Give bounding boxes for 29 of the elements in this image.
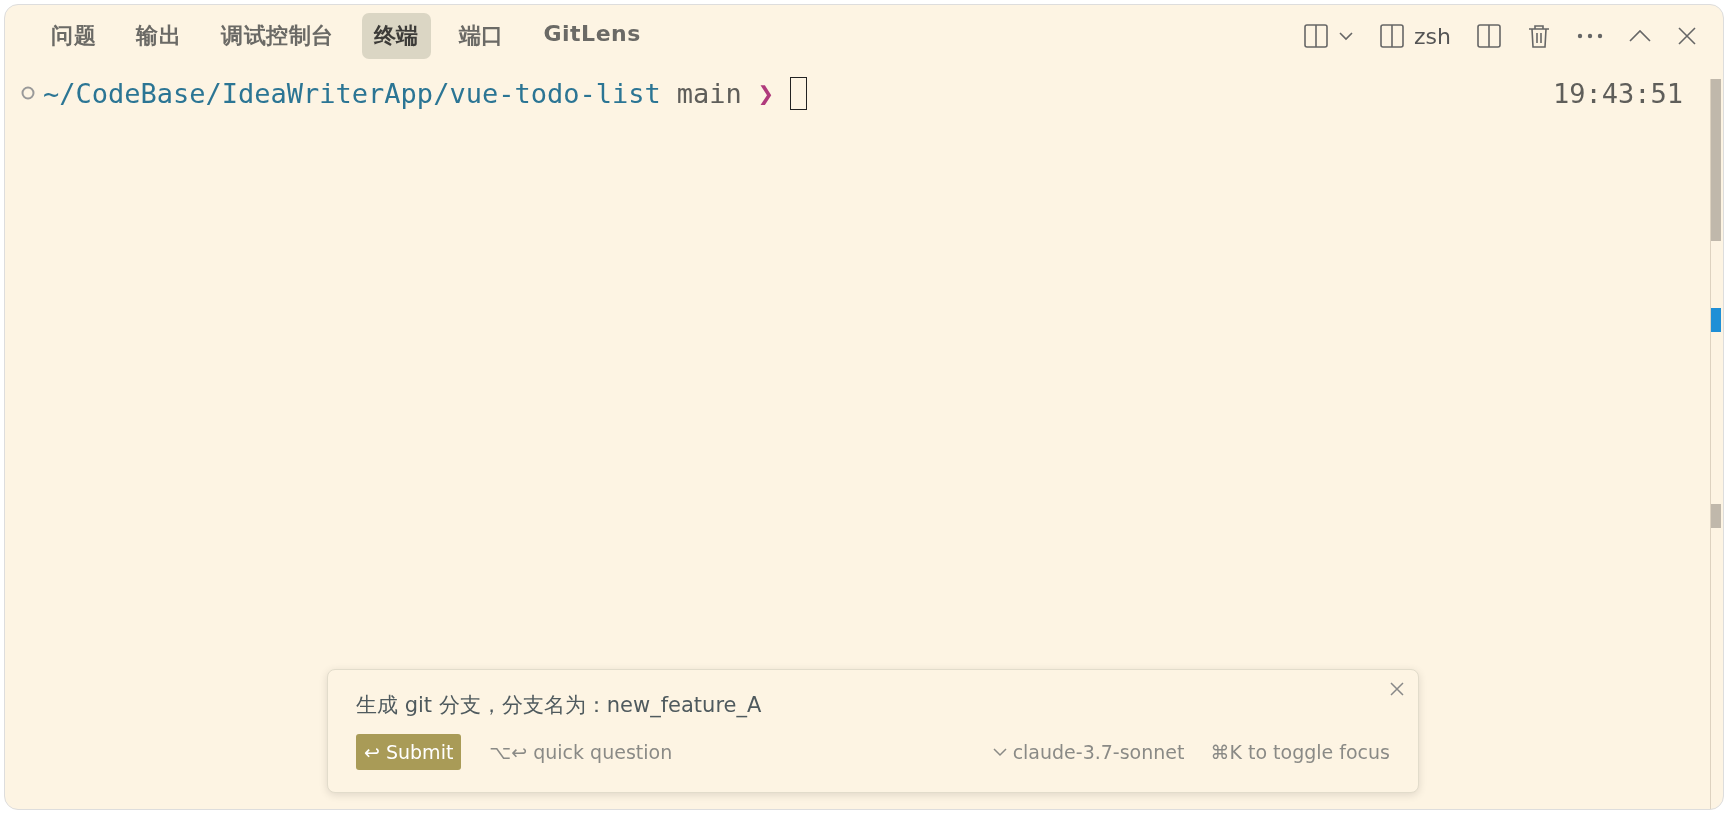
scrollbar[interactable] <box>1710 79 1721 809</box>
split-icon[interactable] <box>1380 24 1405 48</box>
chevron-down-icon[interactable] <box>1338 30 1355 42</box>
trash-icon[interactable] <box>1527 23 1551 49</box>
circle-icon <box>21 86 35 100</box>
model-selector[interactable]: claude-3.7-sonnet <box>1012 741 1185 763</box>
directory-path: ~/CodeBase/IdeaWriterApp/vue-todo-list <box>43 77 661 109</box>
prompt-symbol: ❯ <box>757 77 774 109</box>
git-branch: main <box>676 77 742 109</box>
terminal-name[interactable]: zsh <box>1414 23 1451 49</box>
text-cursor <box>790 76 807 110</box>
close-icon[interactable] <box>1390 682 1404 696</box>
panel-tab[interactable]: 终端 <box>361 13 431 59</box>
split-icon[interactable] <box>1304 24 1329 48</box>
prompt-input[interactable]: 生成 git 分支，分支名为：new_feature_A <box>356 690 1390 720</box>
close-icon[interactable] <box>1677 26 1697 46</box>
panel-tab[interactable]: GitLens <box>531 13 653 59</box>
more-icon[interactable] <box>1577 33 1603 39</box>
chevron-up-icon[interactable] <box>1629 29 1651 43</box>
timestamp: 19:43:51 <box>1552 77 1683 109</box>
panel-tab[interactable]: 调试控制台 <box>209 13 346 59</box>
panel-tab[interactable]: 问题 <box>39 13 108 59</box>
chevron-down-icon[interactable] <box>992 747 1007 757</box>
shortcut-hint: ⌘K to toggle focus <box>1210 741 1390 763</box>
split-icon[interactable] <box>1477 24 1501 48</box>
panel-tab[interactable]: 端口 <box>446 13 516 59</box>
panel-tab[interactable]: 输出 <box>124 13 193 59</box>
submit-button[interactable]: ↩ Submit <box>356 734 462 770</box>
hint-text: ⌥↩ quick question <box>489 741 673 763</box>
